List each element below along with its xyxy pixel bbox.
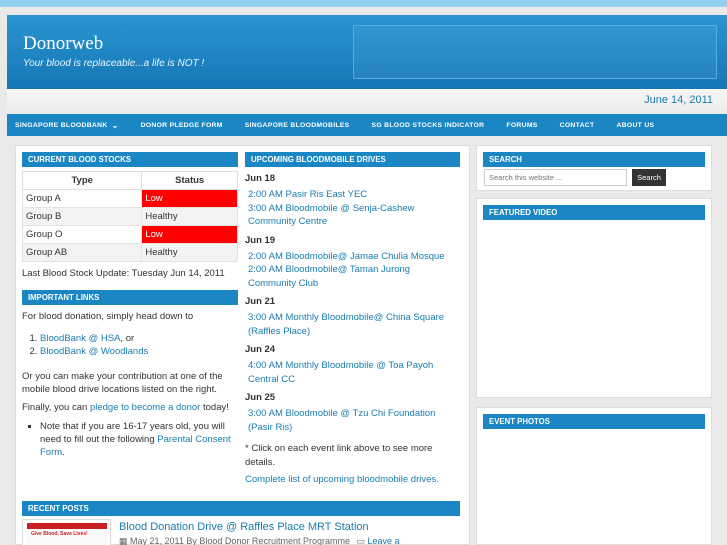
link-bloodbank-woodlands[interactable]: BloodBank @ Woodlands [40,346,148,357]
pledge-prefix: Finally, you can [22,401,90,413]
blood-type: Group B [21,207,143,226]
bloodmobile-title: UPCOMING BLOODMOBILE DRIVES [245,152,460,167]
blood-status: Low [141,189,238,208]
comment-icon: ▭ [356,536,365,545]
left-column: CURRENT BLOOD STOCKS Type Status Group A… [21,152,238,459]
nav-label: SINGAPORE BLOODBANK [15,121,108,129]
drive-date: Jun 19 [245,234,276,246]
stock-update-text: Last Blood Stock Update: Tuesday Jun 14,… [22,268,225,279]
event-photos-title: EVENT PHOTOS [483,414,705,429]
current-date: June 14, 2011 [644,94,713,106]
pledge-text: Finally, you can pledge to become a dono… [22,401,238,415]
blood-type: Group A [21,189,143,208]
complete-drives-link[interactable]: Complete list of upcoming bloodmobile dr… [245,473,460,487]
nav-item-sg-blood-stocks-indicator[interactable]: SG BLOOD STOCKS INDICATOR [361,122,496,129]
blood-status: Healthy [141,243,238,262]
recent-posts-title: RECENT POSTS [22,501,460,516]
event-photos-widget: EVENT PHOTOS [476,407,712,545]
search-button[interactable]: Search [632,169,666,186]
search-title: SEARCH [483,152,705,167]
link-pledge-donor[interactable]: pledge to become a donor [90,402,200,413]
blood-status: Healthy [141,207,238,226]
list-suffix: , or [120,332,135,344]
note-suffix: . [62,447,65,458]
nav-item-singapore-bloodbank[interactable]: SINGAPORE BLOODBANK ⌄ [7,121,130,130]
drive-date: Jun 18 [245,173,276,184]
top-strip [0,0,727,7]
drive-footnote: * Click on each event link above to see … [245,443,433,468]
list-item: Note that if you are 16-17 years old, yo… [40,420,238,459]
post-title-link[interactable]: Blood Donation Drive @ Raffles Place MRT… [119,521,369,533]
calendar-icon: ▦ [119,536,128,545]
blood-stocks-table: Type Status Group A Low Group B Healthy … [21,171,238,262]
recent-posts-section: RECENT POSTS Give Blood, Save Lives! Blo… [22,501,460,545]
drive-date: Jun 21 [245,296,276,307]
blood-type: Group AB [21,243,143,262]
list-item: BloodBank @ Woodlands [40,345,238,358]
drive-event-link[interactable]: 3:00 AM Bloodmobile @ Senja-Cashew Commu… [245,202,460,229]
blood-stocks-title: CURRENT BLOOD STOCKS [22,152,238,167]
drive-event-link[interactable]: 3:00 AM Monthly Bloodmobile@ China Squar… [245,311,460,338]
nav-item-donor-pledge-form[interactable]: DONOR PLEDGE FORM [130,122,234,129]
blood-status: Low [141,225,238,244]
chevron-down-icon: ⌄ [111,120,119,130]
middle-column: UPCOMING BLOODMOBILE DRIVES Jun 18 2:00 … [245,152,460,487]
search-widget: SEARCH Search [476,145,712,191]
nav-item-about-us[interactable]: ABOUT US [605,122,665,129]
header-banner [353,25,717,79]
list-item: BloodBank @ HSA, or [40,332,238,345]
search-input[interactable] [484,169,627,186]
site-tagline: Your blood is replaceable...a life is NO… [23,58,205,69]
drive-event-link[interactable]: 3:00 AM Bloodmobile @ Tzu Chi Foundation… [245,407,460,434]
drive-date: Jun 25 [245,392,276,403]
table-row: Group B Healthy [21,207,238,226]
site-title[interactable]: Donorweb [23,33,103,55]
thumbnail-image: Give Blood, Save Lives! [27,523,107,545]
drive-event-link[interactable]: 2:00 AM Bloodmobile@ Taman Jurong Commun… [245,263,460,290]
mobile-drive-text: Or you can make your contribution at one… [22,370,223,396]
table-row: Group AB Healthy [21,243,238,262]
featured-video-widget: FEATURED VIDEO [476,198,712,398]
post-thumbnail[interactable]: Give Blood, Save Lives! [22,519,111,545]
leave-comment-link[interactable]: Leave a [368,536,400,545]
drive-event-link[interactable]: 2:00 AM Pasir Ris East YEC [245,188,460,202]
featured-video-title: FEATURED VIDEO [483,205,705,220]
table-row: Group O Low [21,225,238,244]
thumbnail-banner [27,523,107,529]
nav-item-forums[interactable]: FORUMS [495,122,548,129]
nav-item-singapore-bloodmobiles[interactable]: SINGAPORE BLOODMOBILES [234,122,361,129]
post-byline: May 21, 2011 By Blood Donor Recruitment … [130,536,350,545]
drive-event-link[interactable]: 2:00 AM Bloodmobile@ Jamae Chulia Mosque [245,250,460,264]
thumbnail-text: Give Blood, Save Lives! [31,531,88,537]
pledge-suffix: today! [200,401,229,413]
main-nav: SINGAPORE BLOODBANK ⌄ DONOR PLEDGE FORM … [7,114,727,136]
drive-date: Jun 24 [245,344,276,355]
important-links-title: IMPORTANT LINKS [22,290,238,305]
table-row: Group A Low [21,189,238,208]
post-meta: ▦ May 21, 2011 By Blood Donor Recruitmen… [119,536,400,545]
date-bar: June 14, 2011 [7,89,727,114]
site-header: Donorweb Your blood is replaceable...a l… [7,15,727,89]
bloodbank-list: BloodBank @ HSA, or BloodBank @ Woodland… [40,332,238,358]
column-header-status: Status [141,171,238,190]
drive-event-link[interactable]: 4:00 AM Monthly Bloodmobile @ Toa Payoh … [245,359,460,386]
link-bloodbank-hsa[interactable]: BloodBank @ HSA [40,333,120,344]
nav-item-contact[interactable]: CONTACT [549,122,606,129]
notes-list: Note that if you are 16-17 years old, yo… [40,420,238,459]
column-header-type: Type [21,171,143,190]
blood-type: Group O [21,225,143,244]
links-intro: For blood donation, simply head down to [22,311,194,322]
